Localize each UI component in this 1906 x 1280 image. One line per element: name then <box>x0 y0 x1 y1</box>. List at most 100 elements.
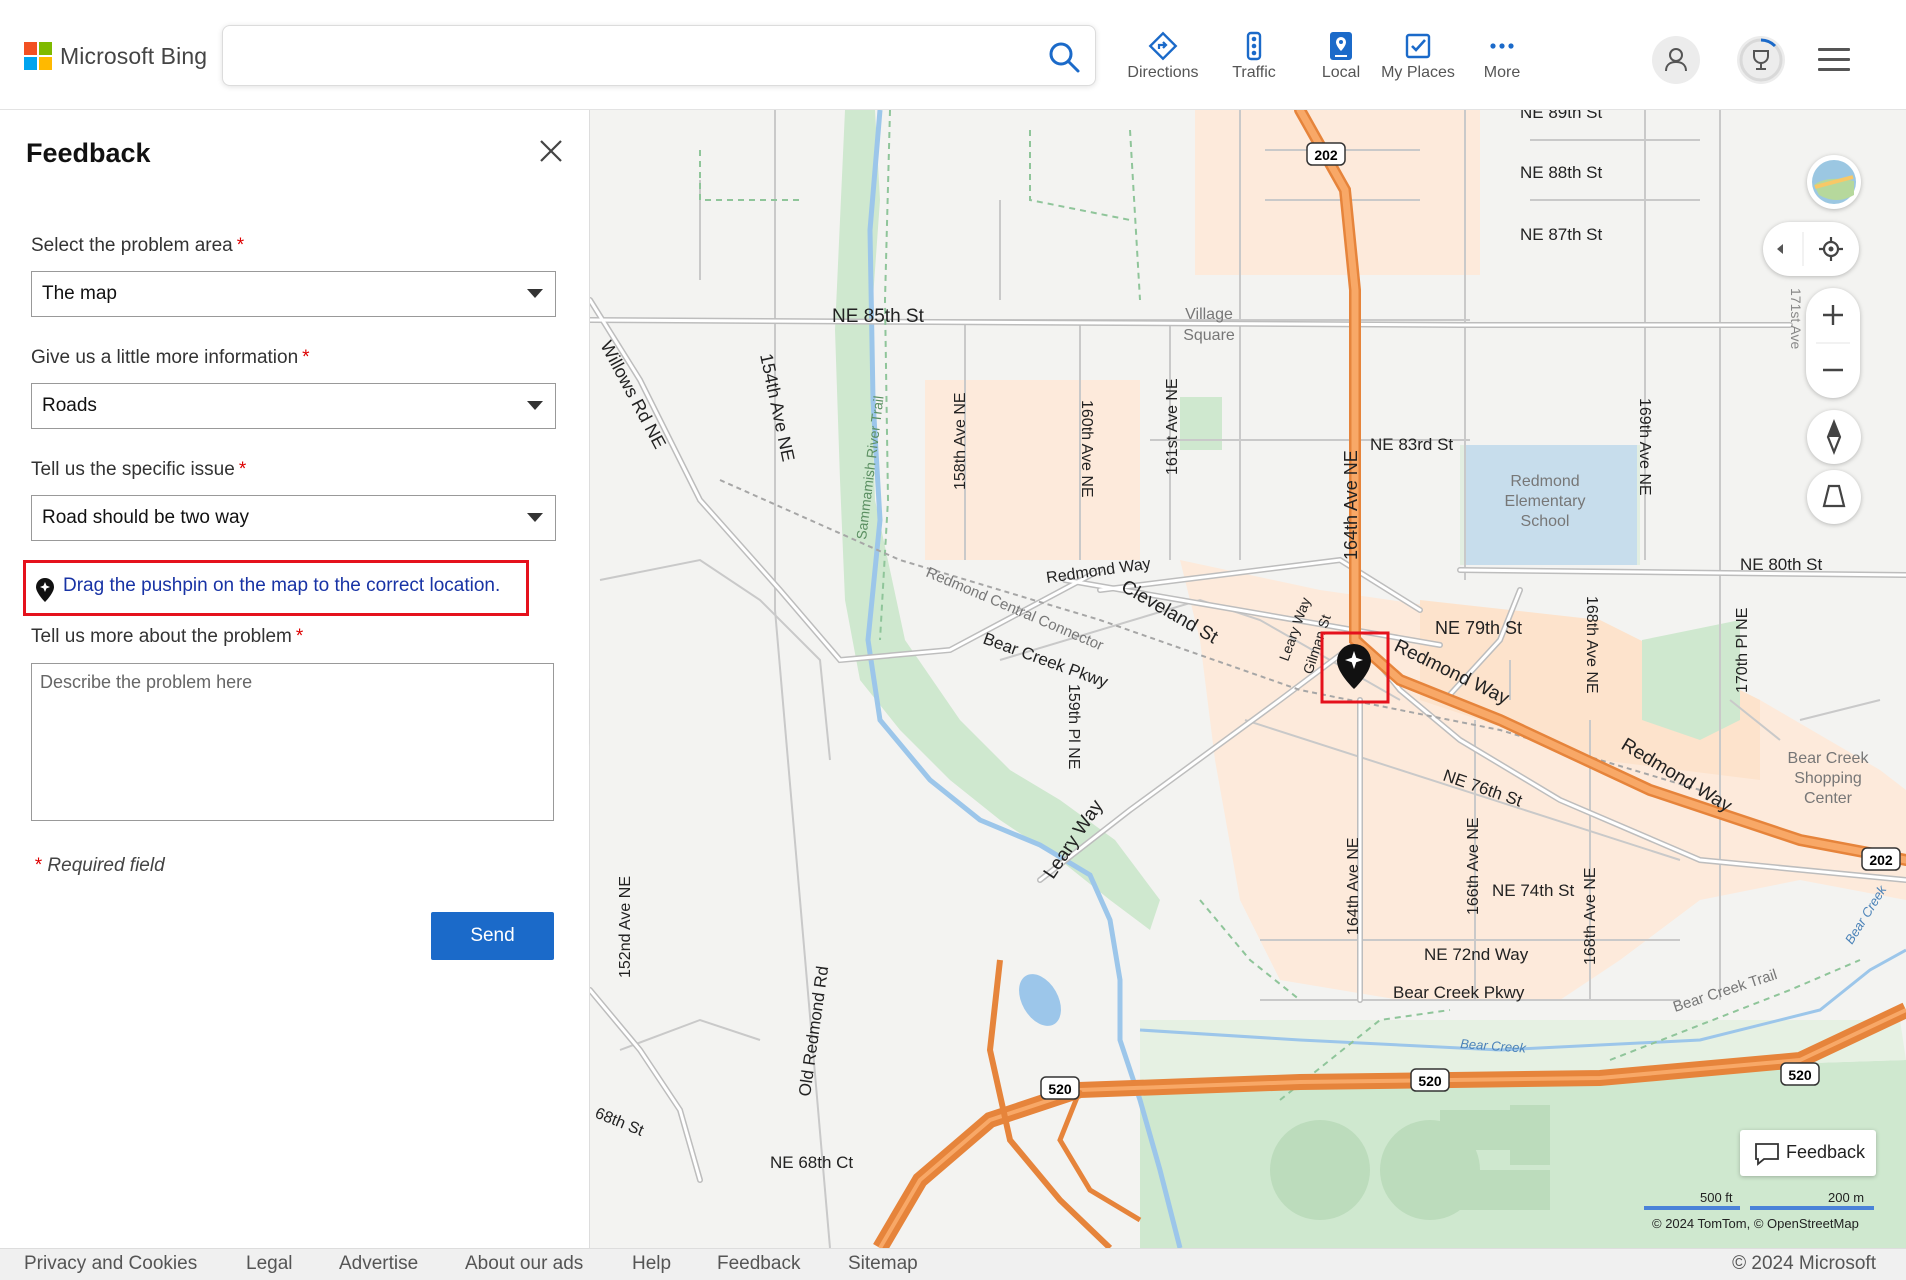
footer-link-advertise[interactable]: Advertise <box>339 1253 418 1275</box>
map-label: 160th Ave NE <box>1078 400 1095 498</box>
footer-link-privacy[interactable]: Privacy and Cookies <box>24 1253 197 1275</box>
nav-directions[interactable]: Directions <box>1118 30 1208 90</box>
chevron-down-icon <box>527 513 543 522</box>
map-scale: 500 ft 200 m <box>1640 1188 1880 1218</box>
zoom-in-icon[interactable] <box>1823 305 1843 325</box>
map-label: 171st Ave <box>1788 288 1804 349</box>
map-label: Elementary <box>1505 493 1586 510</box>
map-label: NE 89th St <box>1520 110 1602 122</box>
map-label: NE 83rd St <box>1370 435 1453 454</box>
map-label: Center <box>1804 790 1853 807</box>
footer-link-legal[interactable]: Legal <box>246 1253 293 1275</box>
pushpin-hint-text: Drag the pushpin on the map to the corre… <box>63 575 501 596</box>
nav-traffic[interactable]: Traffic <box>1209 30 1299 90</box>
brand-name: Microsoft Bing <box>60 42 208 69</box>
map-label: 169th Ave NE <box>1636 398 1653 496</box>
account-button[interactable] <box>1652 36 1700 84</box>
map-label: 170th Pl NE <box>1734 608 1751 693</box>
tilt-button[interactable] <box>1807 470 1861 524</box>
map-feedback-button[interactable]: Feedback <box>1740 1130 1876 1176</box>
highway-shield-202a: 202 <box>1306 142 1346 166</box>
map-label: 159th Pl NE <box>1065 684 1082 769</box>
map-label: NE 87th St <box>1520 225 1602 244</box>
highway-shield-520b: 520 <box>1410 1068 1450 1092</box>
specific-issue-label: Tell us the specific issue * <box>31 459 247 480</box>
highway-shield-520c: 520 <box>1780 1062 1820 1086</box>
svg-text:202: 202 <box>1314 147 1338 163</box>
location-group <box>1763 222 1859 276</box>
map-label: NE 74th St <box>1492 881 1574 900</box>
chat-bubble-icon <box>1755 1143 1779 1166</box>
svg-text:520: 520 <box>1788 1067 1812 1083</box>
map-label: NE 85th St <box>832 306 925 327</box>
send-button[interactable]: Send <box>431 912 554 960</box>
microsoft-logo-icon <box>24 42 52 70</box>
search-input[interactable] <box>237 36 1017 76</box>
map-canvas[interactable]: 202 202 520 520 520 NE 89th St NE 88th S… <box>590 110 1906 1248</box>
map-label: School <box>1521 513 1570 530</box>
map-label: Bear Creek Pkwy <box>1393 983 1525 1002</box>
map-style-button[interactable] <box>1807 155 1861 209</box>
rewards-trophy-icon <box>1739 38 1783 82</box>
feedback-panel: Feedback Select the problem area * The ma… <box>0 110 590 1248</box>
nav-more[interactable]: More <box>1457 30 1547 90</box>
map-attribution: © 2024 TomTom, © OpenStreetMap <box>1652 1216 1859 1231</box>
map-label: Square <box>1183 327 1235 344</box>
footer: Privacy and Cookies Legal Advertise Abou… <box>0 1248 1906 1280</box>
chevron-down-icon <box>527 289 543 298</box>
map-label: NE 72nd Way <box>1424 945 1529 964</box>
highway-shield-202b: 202 <box>1861 847 1901 871</box>
local-icon <box>1330 32 1352 60</box>
map-label: 168th Ave NE <box>1582 867 1599 965</box>
map-label: NE 88th St <box>1520 163 1602 182</box>
aerial-map-thumbnail-icon <box>1812 160 1856 204</box>
svg-text:202: 202 <box>1869 852 1893 868</box>
nav-my-places[interactable]: My Places <box>1368 30 1468 90</box>
panel-title: Feedback <box>26 138 151 168</box>
footer-copyright: © 2024 Microsoft <box>1732 1253 1876 1274</box>
problem-description-textarea[interactable] <box>31 663 554 821</box>
rewards-button[interactable] <box>1737 36 1785 84</box>
user-icon <box>1665 48 1687 72</box>
map-label: 166th Ave NE <box>1465 817 1482 915</box>
compass-button[interactable] <box>1807 410 1861 464</box>
search-box <box>222 25 1096 86</box>
map-label: 164th Ave NE <box>1341 450 1361 560</box>
zoom-controls <box>1806 288 1860 398</box>
svg-text:520: 520 <box>1048 1081 1072 1097</box>
svg-text:520: 520 <box>1418 1073 1442 1089</box>
problem-area-label: Select the problem area * <box>31 235 245 256</box>
more-info-select[interactable]: Roads <box>31 383 556 429</box>
map-label: 164th Ave NE <box>1345 837 1362 935</box>
footer-link-help[interactable]: Help <box>632 1253 671 1275</box>
bing-logo[interactable]: Microsoft Bing <box>24 42 207 70</box>
footer-link-feedback[interactable]: Feedback <box>717 1253 800 1275</box>
traffic-icon <box>1246 31 1262 61</box>
more-icon <box>1490 43 1514 49</box>
map-label: 161st Ave NE <box>1164 378 1181 475</box>
footer-link-sitemap[interactable]: Sitemap <box>848 1253 918 1275</box>
map-label: 158th Ave NE <box>952 392 969 490</box>
pushpin-hint: Drag the pushpin on the map to the corre… <box>23 560 529 616</box>
specific-issue-select[interactable]: Road should be two way <box>31 495 556 541</box>
map-label: Bear Creek <box>1788 750 1870 767</box>
map-label: Village <box>1185 306 1233 323</box>
map-svg: 202 202 520 520 520 NE 89th St NE 88th S… <box>590 110 1906 1248</box>
expand-arrow-icon <box>1777 244 1783 254</box>
map-label: NE 68th Ct <box>770 1153 853 1172</box>
required-field-note: * Required field <box>34 855 165 876</box>
highway-shield-520a: 520 <box>1040 1076 1080 1100</box>
map-label: NE 80th St <box>1740 555 1822 574</box>
menu-hamburger-icon[interactable] <box>1818 48 1850 72</box>
search-icon[interactable] <box>1047 40 1081 74</box>
more-about-label: Tell us more about the problem * <box>31 626 304 647</box>
map-label: Redmond <box>1510 473 1579 490</box>
map-label: 168th Ave NE <box>1583 596 1600 694</box>
problem-area-select[interactable]: The map <box>31 271 556 317</box>
map-label: 152nd Ave NE <box>617 876 634 978</box>
more-info-label: Give us a little more information * <box>31 347 310 368</box>
my-places-icon <box>1405 33 1431 59</box>
directions-icon <box>1148 31 1178 61</box>
close-icon[interactable] <box>536 136 566 166</box>
footer-link-about-ads[interactable]: About our ads <box>465 1253 583 1275</box>
